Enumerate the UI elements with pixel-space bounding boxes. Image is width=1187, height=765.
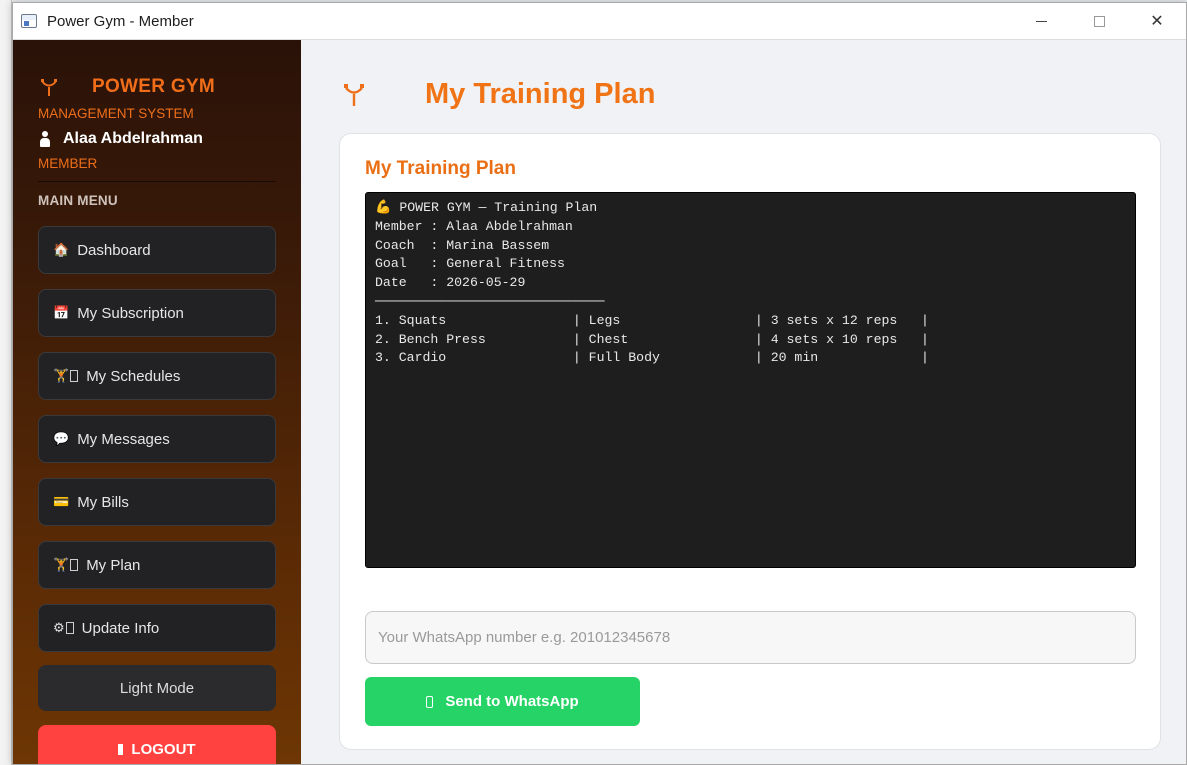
logout-button[interactable]: LOGOUT bbox=[38, 725, 276, 764]
sidebar-item-my-bills[interactable]: 💳 My Bills bbox=[38, 478, 276, 526]
window-controls: ✕ bbox=[1012, 3, 1186, 39]
sidebar-item-label: My Subscription bbox=[77, 304, 184, 322]
plan-line: 💪 POWER GYM — Training Plan bbox=[375, 200, 598, 215]
plan-line: Coach : Marina Bassem bbox=[375, 237, 550, 253]
page-header: My Training Plan bbox=[341, 78, 655, 111]
door-icon bbox=[118, 743, 124, 755]
plan-line: Date : 2026-05-29 bbox=[375, 275, 526, 291]
whatsapp-number-input[interactable] bbox=[365, 611, 1136, 664]
person-icon bbox=[38, 131, 52, 147]
sidebar-item-my-plan[interactable]: 🏋 My Plan bbox=[38, 541, 276, 589]
training-plan-card: My Training Plan 💪 POWER GYM — Training … bbox=[339, 133, 1161, 750]
chat-icon: 💬 bbox=[53, 431, 70, 446]
sidebar-item-my-subscription[interactable]: 📅 My Subscription bbox=[38, 289, 276, 337]
sidebar-item-label: Update Info bbox=[81, 619, 160, 637]
sidebar: POWER GYM MANAGEMENT SYSTEM Alaa Abdelra… bbox=[13, 40, 301, 764]
light-mode-button[interactable]: Light Mode bbox=[38, 665, 276, 711]
window-title: Power Gym - Member bbox=[47, 12, 194, 30]
send-to-whatsapp-button[interactable]: Send to WhatsApp bbox=[365, 677, 640, 726]
plan-line: 2. Bench Press | Chest | 4 sets x 10 rep… bbox=[375, 331, 929, 347]
calendar-icon: 📅 bbox=[53, 305, 70, 320]
credit-card-icon: 💳 bbox=[53, 494, 70, 509]
dumbbell-icon bbox=[41, 79, 57, 96]
sidebar-divider bbox=[38, 181, 276, 182]
sidebar-item-label: My Plan bbox=[86, 556, 141, 574]
sidebar-item-update-info[interactable]: ⚙ Update Info bbox=[38, 604, 276, 652]
title-bar: Power Gym - Member ✕ bbox=[13, 3, 1186, 40]
dumbbell-icon bbox=[344, 83, 364, 106]
maximize-button[interactable] bbox=[1070, 3, 1128, 39]
card-title: My Training Plan bbox=[365, 158, 516, 179]
sidebar-item-label: Dashboard bbox=[77, 241, 151, 259]
minimize-icon bbox=[1035, 20, 1047, 22]
plan-line: 3. Cardio | Full Body | 20 min | bbox=[375, 350, 929, 366]
close-icon: ✕ bbox=[1150, 13, 1164, 30]
sidebar-item-label: My Schedules bbox=[86, 367, 181, 385]
app-window: Power Gym - Member ✕ POWER GYM MANAGEMEN… bbox=[12, 2, 1187, 765]
sidebar-item-my-schedules[interactable]: 🏋 My Schedules bbox=[38, 352, 276, 400]
plan-line: Goal : General Fitness bbox=[375, 256, 565, 272]
sidebar-item-label: My Messages bbox=[77, 430, 170, 448]
plan-line: Member : Alaa Abdelrahman bbox=[375, 218, 573, 234]
dumbbell-icon: 🏋 bbox=[53, 557, 79, 573]
minimize-button[interactable] bbox=[1012, 3, 1070, 39]
training-plan-text: 💪 POWER GYM — Training Plan Member : Ala… bbox=[365, 192, 1136, 568]
sidebar-item-label: My Bills bbox=[77, 493, 129, 511]
sidebar-item-my-messages[interactable]: 💬 My Messages bbox=[38, 415, 276, 463]
main-content: My Training Plan My Training Plan 💪 POWE… bbox=[301, 40, 1186, 764]
app-window-icon bbox=[21, 14, 37, 28]
logout-label: LOGOUT bbox=[131, 740, 196, 758]
plan-line: 1. Squats | Legs | 3 sets x 12 reps | bbox=[375, 312, 929, 328]
brand-subtitle: MANAGEMENT SYSTEM bbox=[38, 106, 194, 121]
phone-icon bbox=[426, 695, 434, 708]
plan-line: ───────────────────────────── bbox=[375, 293, 605, 309]
close-button[interactable]: ✕ bbox=[1128, 3, 1186, 39]
background-ide-panel bbox=[0, 0, 12, 765]
maximize-icon bbox=[1093, 15, 1105, 27]
sidebar-item-dashboard[interactable]: 🏠 Dashboard bbox=[38, 226, 276, 274]
user-info: Alaa Abdelrahman bbox=[38, 130, 203, 148]
menu-heading: MAIN MENU bbox=[38, 193, 118, 208]
gear-icon: ⚙ bbox=[53, 620, 74, 636]
user-role: MEMBER bbox=[38, 156, 98, 171]
home-icon: 🏠 bbox=[53, 242, 70, 257]
dumbbell-icon: 🏋 bbox=[53, 368, 79, 384]
send-button-label: Send to WhatsApp bbox=[445, 693, 579, 710]
brand: POWER GYM bbox=[38, 76, 215, 98]
user-name: Alaa Abdelrahman bbox=[63, 130, 203, 147]
page-title: My Training Plan bbox=[425, 78, 656, 110]
brand-name: POWER GYM bbox=[92, 76, 216, 97]
